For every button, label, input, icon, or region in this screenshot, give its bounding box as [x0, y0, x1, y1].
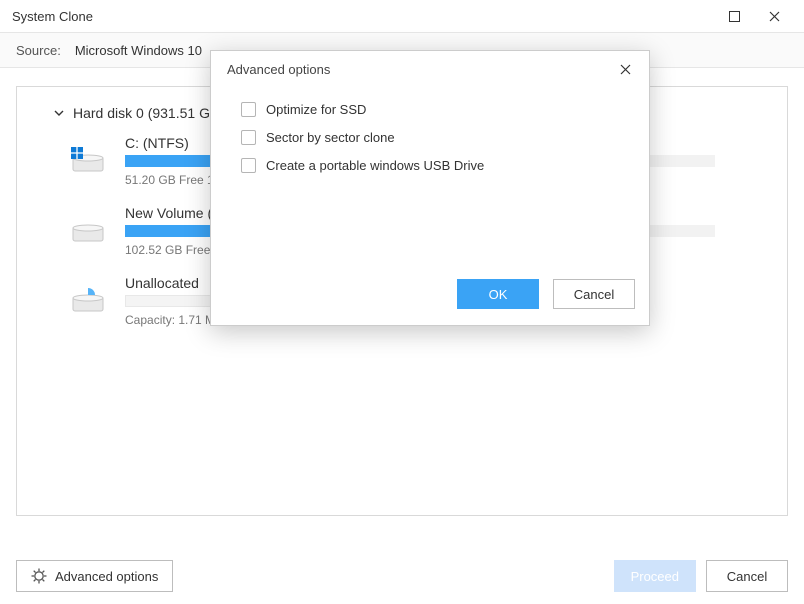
chevron-down-icon: [53, 107, 65, 119]
dialog-close-button[interactable]: [611, 55, 639, 83]
source-value: Microsoft Windows 10: [75, 43, 202, 58]
titlebar: System Clone: [0, 0, 804, 32]
option-label: Sector by sector clone: [266, 130, 395, 145]
checkbox-icon: [241, 158, 256, 173]
dialog-ok-button[interactable]: OK: [457, 279, 539, 309]
window-title: System Clone: [12, 9, 93, 24]
option-sector-by-sector[interactable]: Sector by sector clone: [241, 123, 625, 151]
source-label: Source:: [16, 43, 61, 58]
dialog-cancel-button[interactable]: Cancel: [553, 279, 635, 309]
hdd-icon: [71, 215, 105, 245]
advanced-options-button[interactable]: Advanced options: [16, 560, 173, 592]
close-icon: [620, 64, 631, 75]
checkbox-icon: [241, 130, 256, 145]
proceed-button[interactable]: Proceed: [614, 560, 696, 592]
maximize-button[interactable]: [714, 0, 754, 32]
checkbox-icon: [241, 102, 256, 117]
maximize-icon: [729, 11, 740, 22]
option-label: Optimize for SSD: [266, 102, 366, 117]
close-icon: [769, 11, 780, 22]
option-optimize-ssd[interactable]: Optimize for SSD: [241, 95, 625, 123]
hdd-win-icon: [71, 145, 105, 175]
advanced-options-label: Advanced options: [55, 569, 158, 584]
disk-header-label: Hard disk 0 (931.51 GB): [73, 105, 224, 121]
advanced-options-dialog: Advanced options Optimize for SSD Sector…: [210, 50, 650, 326]
option-label: Create a portable windows USB Drive: [266, 158, 484, 173]
gear-icon: [31, 568, 47, 584]
footer: Advanced options Proceed Cancel: [0, 548, 804, 604]
unallocated-icon: [71, 285, 105, 315]
dialog-titlebar: Advanced options: [211, 51, 649, 87]
dialog-title: Advanced options: [227, 62, 330, 77]
option-portable-usb[interactable]: Create a portable windows USB Drive: [241, 151, 625, 179]
cancel-button[interactable]: Cancel: [706, 560, 788, 592]
close-button[interactable]: [754, 0, 794, 32]
